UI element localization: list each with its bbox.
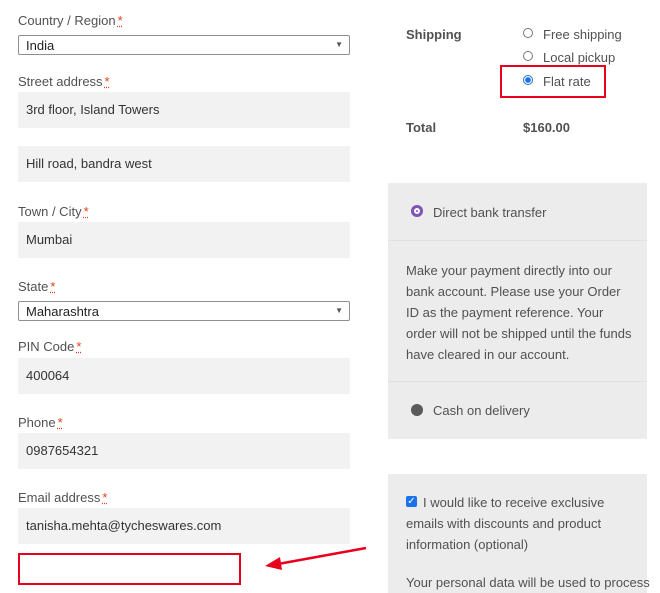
phone-label: Phone *	[18, 415, 63, 430]
required-marker: *	[76, 339, 82, 354]
city-input[interactable]: Mumbai	[18, 222, 350, 258]
email-label: Email address *	[18, 490, 107, 505]
annotation-arrow-icon	[265, 546, 367, 570]
email-label-text: Email address	[18, 490, 101, 505]
state-select[interactable]: Maharashtra ▼	[18, 301, 350, 321]
chevron-down-icon: ▼	[335, 40, 343, 49]
required-marker: *	[83, 204, 89, 219]
shipping-option-free[interactable]: Free shipping	[523, 27, 622, 42]
shipping-option-local-pickup[interactable]: Local pickup	[523, 50, 615, 65]
required-marker: *	[102, 490, 108, 505]
pin-value: 400064	[26, 368, 70, 383]
consent-panel: ✓ I would like to receive exclusive emai…	[388, 474, 650, 593]
shipping-label: Shipping	[406, 27, 462, 42]
country-label-text: Country / Region	[18, 13, 116, 28]
shipping-option-label: Free shipping	[543, 27, 622, 42]
required-marker: *	[57, 415, 63, 430]
country-select[interactable]: India ▼	[18, 35, 350, 55]
privacy-policy-text: Your personal data will be used to proce…	[406, 575, 650, 590]
total-label: Total	[406, 120, 437, 135]
street-address-line2-input[interactable]: Hill road, bandra west	[18, 146, 350, 182]
chevron-down-icon: ▼	[335, 306, 343, 315]
state-select-value: Maharashtra	[26, 304, 99, 319]
marketing-consent-label[interactable]: I would like to receive exclusive emails…	[406, 492, 638, 555]
shipping-option-label: Local pickup	[543, 50, 616, 65]
payment-method-cod[interactable]: Cash on delivery	[433, 403, 530, 418]
required-marker: *	[50, 279, 56, 294]
radio-icon[interactable]	[523, 28, 533, 38]
street-line2-value: Hill road, bandra west	[26, 156, 152, 171]
required-marker: *	[117, 13, 123, 28]
street-line1-value: 3rd floor, Island Towers	[26, 102, 160, 117]
payment-methods-panel: Direct bank transfer Make your payment d…	[388, 183, 647, 439]
state-label: State *	[18, 279, 55, 294]
divider	[388, 240, 647, 241]
payment-radio-icon[interactable]	[411, 404, 423, 416]
phone-value: 0987654321	[26, 443, 99, 458]
country-label: Country / Region *	[18, 13, 123, 28]
annotation-flat-rate-highlight	[500, 65, 606, 98]
email-input[interactable]: tanisha.mehta@tycheswares.com	[18, 508, 350, 544]
pin-label: PIN Code *	[18, 339, 81, 354]
street-address-line1-input[interactable]: 3rd floor, Island Towers	[18, 92, 350, 128]
city-label-text: Town / City	[18, 204, 82, 219]
annotation-highlight-box	[18, 553, 241, 585]
street-label-text: Street address	[18, 74, 103, 89]
payment-method-bank-transfer[interactable]: Direct bank transfer	[433, 205, 546, 220]
pin-label-text: PIN Code	[18, 339, 75, 354]
state-label-text: State	[18, 279, 49, 294]
email-value: tanisha.mehta@tycheswares.com	[26, 518, 222, 533]
phone-label-text: Phone	[18, 415, 56, 430]
city-label: Town / City *	[18, 204, 89, 219]
country-select-value: India	[26, 38, 55, 53]
divider	[388, 381, 647, 382]
street-label: Street address *	[18, 74, 110, 89]
required-marker: *	[104, 74, 110, 89]
city-value: Mumbai	[26, 232, 73, 247]
bank-transfer-description: Make your payment directly into our bank…	[406, 263, 632, 362]
radio-icon[interactable]	[523, 51, 533, 61]
total-value: $160.00	[523, 120, 570, 135]
phone-input[interactable]: 0987654321	[18, 433, 350, 469]
pin-code-input[interactable]: 400064	[18, 358, 350, 394]
payment-radio-selected-icon[interactable]	[411, 205, 423, 217]
